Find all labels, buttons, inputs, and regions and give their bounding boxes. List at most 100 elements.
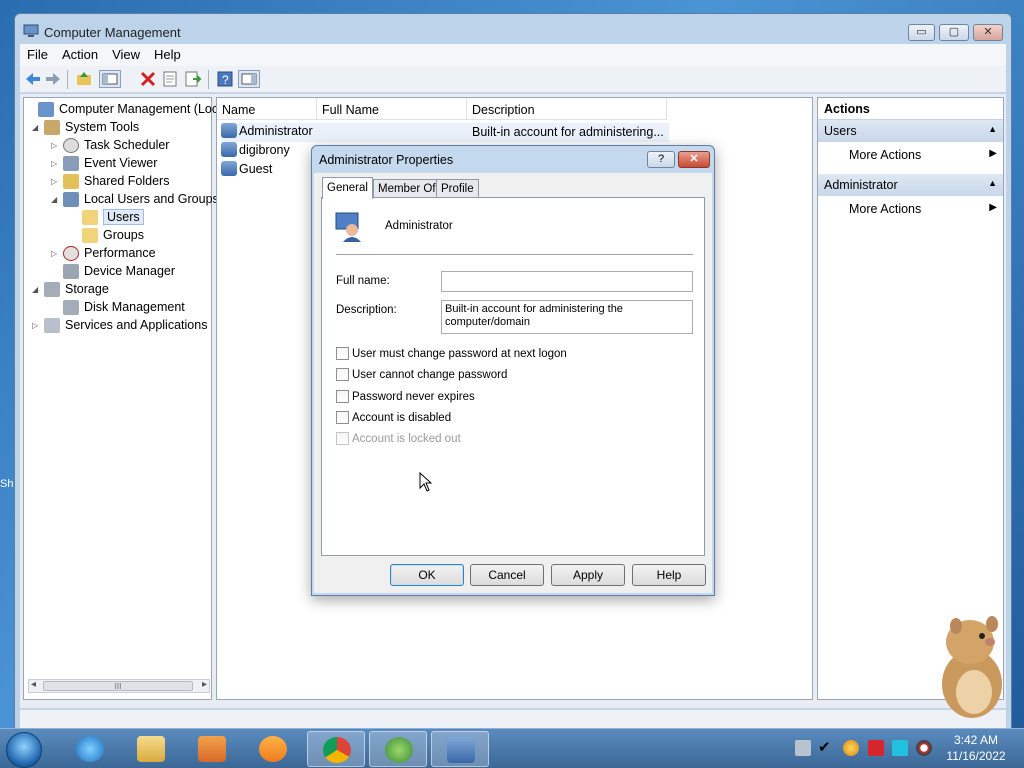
account-disabled-checkbox[interactable]: Account is disabled xyxy=(336,411,451,424)
taskbar-media-player[interactable] xyxy=(183,731,241,767)
tree-item-storage[interactable]: ◢ Storage xyxy=(32,280,109,298)
svg-text:?: ? xyxy=(222,73,229,87)
actions-section-administrator[interactable]: Administrator ▲ xyxy=(818,174,1003,196)
checkbox-box[interactable] xyxy=(336,411,349,424)
start-button[interactable] xyxy=(6,732,42,768)
tree-item-shared-folders[interactable]: ▷ Shared Folders xyxy=(51,172,169,190)
user-name: digibrony xyxy=(239,143,290,157)
tree-item-event-viewer[interactable]: ▷ Event Viewer xyxy=(51,154,157,172)
tree-item-disk-management[interactable]: Disk Management xyxy=(51,298,185,316)
maximize-button[interactable]: ▢ xyxy=(939,24,969,41)
expand-icon[interactable]: ▷ xyxy=(51,141,63,150)
tree-item-system-tools[interactable]: ◢ System Tools xyxy=(32,118,139,136)
tree-item-computer-management[interactable]: Computer Management (Local xyxy=(26,100,228,118)
export-list-icon[interactable] xyxy=(184,70,202,88)
show-hide-tree-icon[interactable] xyxy=(99,70,121,88)
taskbar-clock[interactable]: 3:42 AM 11/16/2022 xyxy=(936,732,1016,764)
tree-item-groups[interactable]: Groups xyxy=(70,226,144,244)
collapse-icon[interactable]: ◢ xyxy=(32,123,44,132)
column-header-name[interactable]: Name xyxy=(217,98,317,120)
tree-item-local-users-and-groups[interactable]: ◢ Local Users and Groups xyxy=(51,190,219,208)
expand-icon[interactable]: ▷ xyxy=(51,249,63,258)
divider xyxy=(336,254,693,255)
list-row-administrator[interactable]: Administrator Built-in account for admin… xyxy=(221,123,669,142)
taskbar-chrome[interactable] xyxy=(307,731,365,767)
scrollbar-thumb[interactable]: III xyxy=(43,681,193,691)
collapse-up-icon[interactable]: ▲ xyxy=(988,124,997,134)
tree-item-users[interactable]: Users xyxy=(70,208,144,226)
cannot-change-password-checkbox[interactable]: User cannot change password xyxy=(336,368,507,381)
taskbar-uc-browser[interactable] xyxy=(244,731,302,767)
ok-button[interactable]: OK xyxy=(390,564,464,586)
full-name-field[interactable] xyxy=(441,271,693,292)
delete-icon[interactable] xyxy=(139,70,157,88)
back-arrow-icon[interactable] xyxy=(24,70,42,88)
checkbox-box[interactable] xyxy=(336,390,349,403)
more-actions-administrator[interactable]: More Actions ▶ xyxy=(849,202,997,220)
taskbar: ✔ 3:42 AM 11/16/2022 xyxy=(0,728,1024,768)
toolbar: ? xyxy=(20,66,1006,93)
tree-item-performance[interactable]: ▷ Performance xyxy=(51,244,156,262)
computer-management-icon xyxy=(447,737,475,763)
collapse-up-icon[interactable]: ▲ xyxy=(988,178,997,188)
tab-profile[interactable]: Profile xyxy=(436,179,479,198)
tab-general[interactable]: General xyxy=(322,177,373,199)
scroll-right-icon[interactable]: ▸ xyxy=(202,679,207,690)
list-row-guest[interactable]: Guest xyxy=(221,161,272,180)
tree-item-task-scheduler[interactable]: ▷ Task Scheduler xyxy=(51,136,169,154)
checkmark-tray-icon[interactable]: ✔ xyxy=(818,740,834,756)
tree-horizontal-scrollbar[interactable]: ◂ III ▸ xyxy=(28,679,210,693)
list-row-digibrony[interactable]: digibrony xyxy=(221,142,290,161)
scroll-left-icon[interactable]: ◂ xyxy=(31,679,36,690)
collapse-icon[interactable]: ◢ xyxy=(51,195,63,204)
up-folder-icon[interactable] xyxy=(75,70,93,88)
tree-item-device-manager[interactable]: Device Manager xyxy=(51,262,175,280)
expand-icon[interactable]: ▷ xyxy=(32,321,44,330)
volume-tray-icon[interactable] xyxy=(916,740,932,756)
must-change-password-checkbox[interactable]: User must change password at next logon xyxy=(336,347,567,360)
minimize-button[interactable]: ▭ xyxy=(908,24,935,41)
more-actions-users[interactable]: More Actions ▶ xyxy=(849,148,997,166)
menu-action[interactable]: Action xyxy=(55,44,105,62)
menu-help[interactable]: Help xyxy=(147,44,188,62)
description-field[interactable]: Built-in account for administering the c… xyxy=(441,300,693,334)
dialog-help-button[interactable]: ? xyxy=(647,151,675,168)
menu-view[interactable]: View xyxy=(105,44,147,62)
user-name: Guest xyxy=(239,162,273,176)
close-button[interactable]: ✕ xyxy=(973,24,1003,41)
expand-icon[interactable]: ▷ xyxy=(51,177,63,186)
tab-member-of[interactable]: Member Of xyxy=(373,179,441,198)
password-never-expires-checkbox[interactable]: Password never expires xyxy=(336,390,475,403)
tree-item-services-and-applications[interactable]: ▷ Services and Applications xyxy=(32,316,207,334)
disk-icon xyxy=(63,299,79,315)
collapse-icon[interactable]: ◢ xyxy=(32,285,44,294)
help-icon[interactable]: ? xyxy=(216,70,234,88)
properties-icon[interactable] xyxy=(161,70,179,88)
dialog-close-button[interactable]: ✕ xyxy=(678,151,710,168)
device-manager-icon xyxy=(63,263,79,279)
flag-tray-icon[interactable] xyxy=(868,740,884,756)
actions-section-users[interactable]: Users ▲ xyxy=(818,120,1003,142)
network-tray-icon[interactable] xyxy=(795,740,811,756)
forward-arrow-icon[interactable] xyxy=(44,70,62,88)
taskbar-file-explorer[interactable] xyxy=(122,731,180,767)
cancel-button[interactable]: Cancel xyxy=(470,564,544,586)
column-header-full-name[interactable]: Full Name xyxy=(317,98,467,120)
help-button[interactable]: Help xyxy=(632,564,706,586)
apply-button[interactable]: Apply xyxy=(551,564,625,586)
taskbar-media-center[interactable] xyxy=(369,731,427,767)
taskbar-internet-explorer[interactable] xyxy=(61,731,119,767)
user-icon xyxy=(221,142,237,157)
title-bar[interactable]: Computer Management ▭ ▢ ✕ xyxy=(15,14,1011,48)
magnifier-tray-icon[interactable] xyxy=(843,740,859,756)
column-header-description[interactable]: Description xyxy=(467,98,667,120)
taskbar-computer-management[interactable] xyxy=(431,731,489,767)
menu-file[interactable]: File xyxy=(20,44,55,62)
monitor-tray-icon[interactable] xyxy=(892,740,908,756)
show-hide-action-pane-icon[interactable] xyxy=(238,70,260,88)
menu-bar: File Action View Help xyxy=(20,44,1006,66)
expand-icon[interactable]: ▷ xyxy=(51,159,63,168)
checkbox-box[interactable] xyxy=(336,347,349,360)
checkbox-box[interactable] xyxy=(336,368,349,381)
clock-time: 3:42 AM xyxy=(953,733,999,747)
